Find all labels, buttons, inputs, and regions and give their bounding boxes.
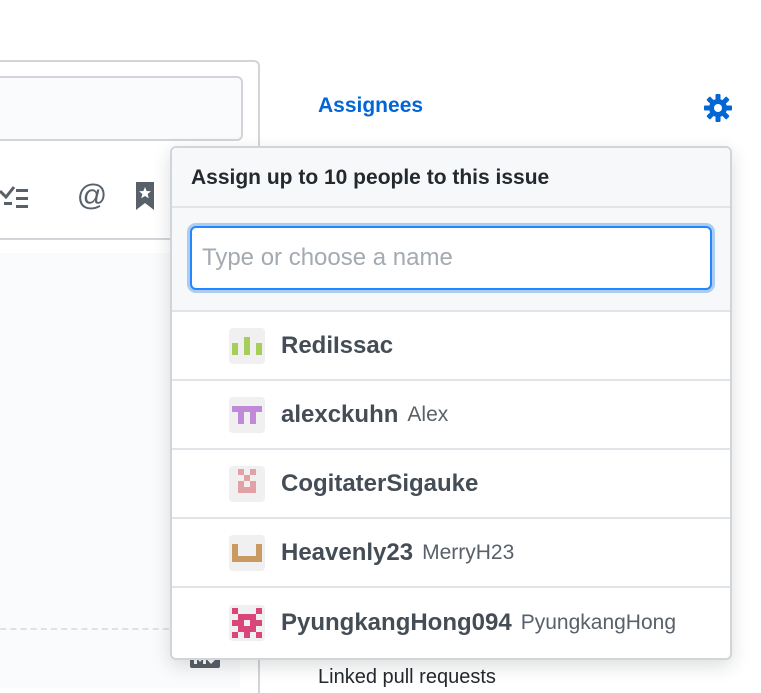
issue-page: @ Assignees Linked pull requests Assign … — [0, 0, 761, 693]
avatar — [229, 534, 265, 571]
assignee-login: Heavenly23 — [281, 538, 414, 566]
assignee-option[interactable]: CogitaterSigauke — [172, 450, 730, 519]
assignee-option[interactable]: Heavenly23 MerryH23 — [172, 519, 730, 588]
assignees-heading[interactable]: Assignees — [318, 94, 423, 118]
avatar — [229, 396, 265, 433]
assignee-list: RediIssac alexckuhn Alex CogitaterSigauke He… — [172, 312, 730, 657]
avatar — [229, 327, 265, 364]
tasklist-icon[interactable] — [0, 182, 30, 212]
assignee-option[interactable]: PyungkangHong094 PyungkangHong — [172, 588, 730, 657]
assignee-login: RediIssac — [281, 331, 394, 359]
assignee-login: alexckuhn — [281, 400, 399, 428]
avatar — [229, 604, 265, 641]
assignee-full-name: Alex — [407, 402, 449, 426]
assignee-full-name: PyungkangHong — [520, 610, 677, 634]
avatar — [229, 465, 265, 502]
issue-title-input[interactable] — [0, 76, 243, 141]
assignee-login: CogitaterSigauke — [281, 469, 479, 497]
assignee-popover: Assign up to 10 people to this issue Red… — [170, 146, 732, 660]
mention-icon[interactable]: @ — [74, 176, 110, 216]
assignee-option[interactable]: RediIssac — [172, 312, 730, 381]
assignee-login: PyungkangHong094 — [281, 608, 512, 636]
assignee-search-input[interactable] — [190, 226, 712, 290]
gear-icon[interactable] — [703, 93, 733, 123]
assignee-option[interactable]: alexckuhn Alex — [172, 381, 730, 450]
bookmark-icon[interactable] — [134, 180, 156, 212]
linked-pull-requests-heading: Linked pull requests — [318, 666, 496, 688]
popover-title: Assign up to 10 people to this issue — [172, 148, 730, 208]
assignee-full-name: MerryH23 — [422, 540, 515, 564]
popover-filter — [172, 208, 730, 312]
